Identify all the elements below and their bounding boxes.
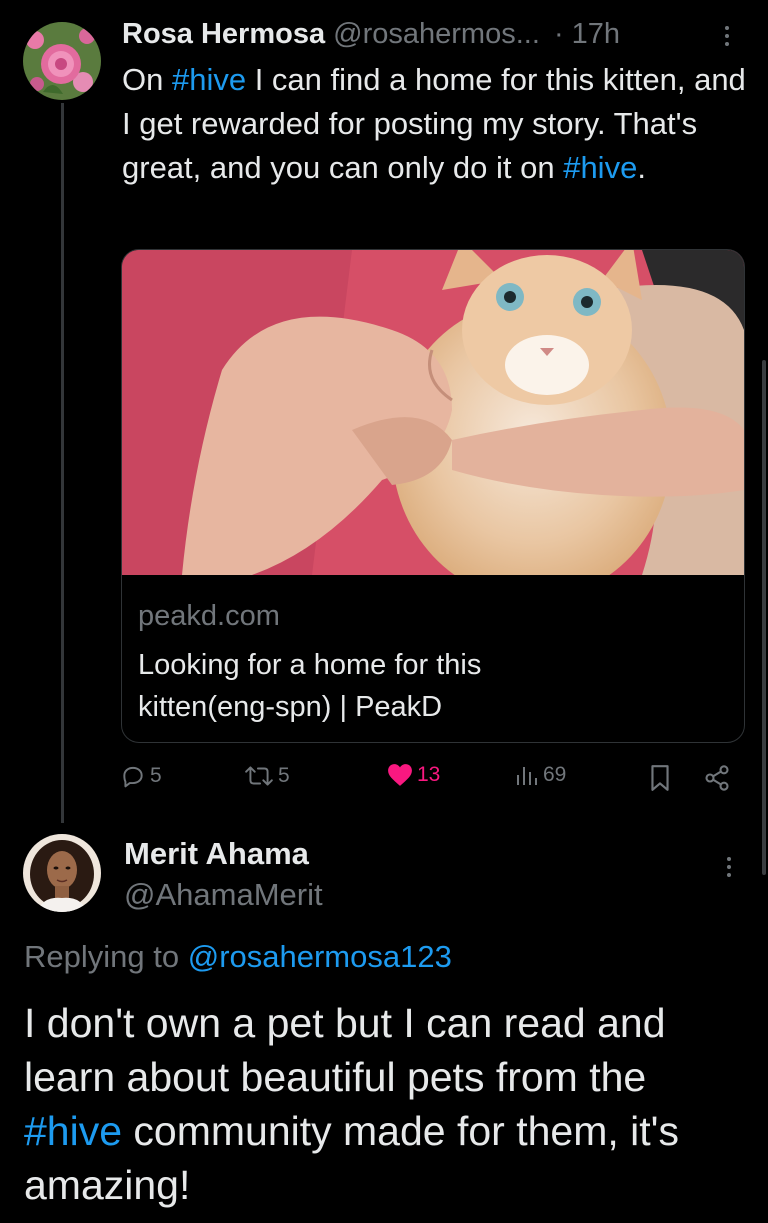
author-name[interactable]: Rosa Hermosa xyxy=(122,18,325,50)
replying-to: Replying to @rosahermosa123 xyxy=(24,939,452,974)
share-icon xyxy=(705,765,729,791)
card-domain: peakd.com xyxy=(138,600,280,632)
like-button[interactable]: 13 xyxy=(387,763,440,787)
link-card[interactable]: peakd.com Looking for a home for this ki… xyxy=(121,249,745,743)
card-title: Looking for a home for this kitten(eng-s… xyxy=(138,649,482,723)
reply-author-name[interactable]: Merit Ahama xyxy=(124,834,309,874)
kitten-image xyxy=(122,250,744,575)
views-count: 69 xyxy=(543,763,567,786)
author-handle[interactable]: @rosahermos... xyxy=(333,18,540,50)
reply-author-handle[interactable]: @AhamaMerit xyxy=(124,875,323,915)
retweet-button[interactable]: 5 xyxy=(244,763,290,789)
heart-icon xyxy=(388,764,412,786)
views-button[interactable]: 69 xyxy=(515,763,566,787)
hashtag-hive[interactable]: #hive xyxy=(563,150,637,185)
avatar-rosa-hermosa[interactable] xyxy=(23,22,101,100)
reply-button[interactable]: 5 xyxy=(120,763,162,789)
more-options-icon[interactable] xyxy=(725,26,729,46)
replying-handle[interactable]: @rosahermosa123 xyxy=(188,939,452,974)
reply-icon xyxy=(123,766,143,788)
tweet-text: On #hive I can find a home for this kitt… xyxy=(122,62,746,185)
retweet-icon xyxy=(245,766,273,786)
reply-more-options-icon[interactable] xyxy=(727,857,731,877)
thread-line xyxy=(61,103,64,823)
like-count: 13 xyxy=(417,763,441,786)
hashtag-hive[interactable]: #hive xyxy=(172,62,246,97)
retweet-count: 5 xyxy=(278,764,290,787)
scrollbar[interactable] xyxy=(762,360,766,875)
tweet-time[interactable]: · 17h xyxy=(554,18,620,50)
hashtag-hive[interactable]: #hive xyxy=(24,1108,122,1154)
share-button[interactable] xyxy=(703,764,731,797)
reply-text: I don't own a pet but I can read and lea… xyxy=(24,1000,679,1208)
views-icon xyxy=(517,767,537,785)
reply-count: 5 xyxy=(150,764,162,787)
bookmark-icon xyxy=(651,765,669,791)
avatar-merit-ahama[interactable] xyxy=(23,834,101,912)
tweet-header: Rosa Hermosa @rosahermos... · 17h xyxy=(122,14,722,54)
bookmark-button[interactable] xyxy=(649,764,671,797)
